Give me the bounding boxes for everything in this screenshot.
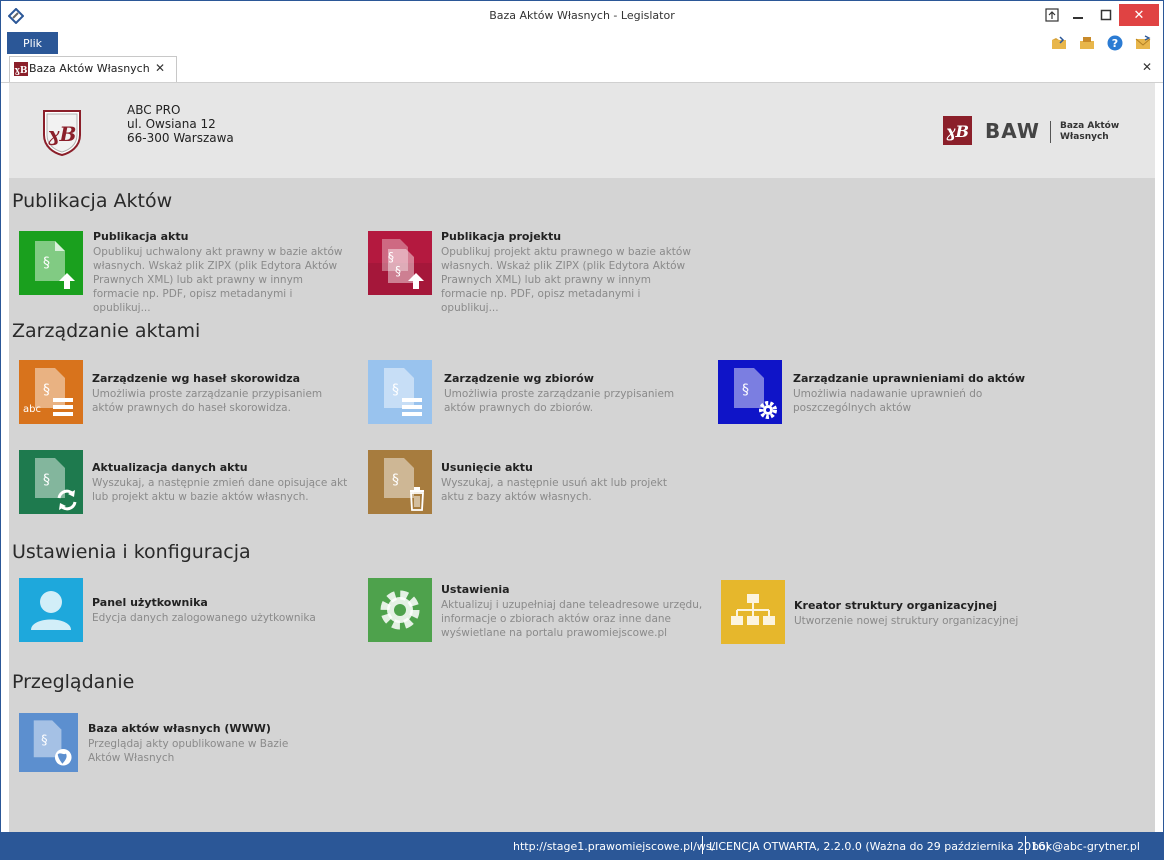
doc-gear-icon: § <box>734 368 777 419</box>
kreator-struktury-desc: Utworzenie nowej struktury organizacyjne… <box>794 615 1019 627</box>
baza-www-desc: Przeglądaj akty opublikowane w Bazie Akt… <box>88 738 289 764</box>
svg-text:ɣB: ɣB <box>48 122 77 146</box>
zarzadzenie-zbiorow-desc: Umożliwia proste zarządzanie przypisanie… <box>444 388 675 414</box>
help-icon[interactable]: ? <box>1107 35 1123 51</box>
tab-label: Baza Aktów Własnych <box>29 62 150 75</box>
zarzadzenie-zbiorow-title[interactable]: Zarządzenie wg zbiorów <box>444 372 594 385</box>
baza-www-title[interactable]: Baza aktów własnych (WWW) <box>88 722 271 735</box>
zarzadzenie-hasel-desc: Umożliwia proste zarządzanie przypisanie… <box>92 388 323 414</box>
usuniecie-title[interactable]: Usunięcie aktu <box>441 461 533 474</box>
close-button[interactable]: ✕ <box>1119 4 1159 26</box>
doc-index-icon: § abc <box>23 368 73 416</box>
section-title-zarzadzanie: Zarządzanie aktami <box>12 320 201 342</box>
gear-icon <box>380 590 420 630</box>
zarzadzenie-zbiorow-tile[interactable]: § <box>368 360 432 424</box>
file-menu-button[interactable]: Plik <box>7 32 58 54</box>
brand-name: BAW <box>985 119 1040 143</box>
aktualizacja-title[interactable]: Aktualizacja danych aktu <box>92 461 248 474</box>
doc-refresh-icon: § <box>35 458 77 511</box>
minimize-button[interactable] <box>1064 4 1092 26</box>
baw-logo-icon: ɣB <box>943 116 972 149</box>
baza-www-tile[interactable]: § <box>19 713 78 772</box>
svg-text:ɣB: ɣB <box>946 122 969 141</box>
municipal-crest-logo: ɣB <box>42 109 82 161</box>
zarzadzanie-uprawnieniami-title[interactable]: Zarządzanie uprawnieniami do aktów <box>793 372 1025 385</box>
svg-text:§: § <box>392 472 399 488</box>
folder-back-icon[interactable] <box>1051 35 1067 51</box>
folder-share-icon[interactable] <box>1079 35 1095 51</box>
publikacja-projektu-desc: Opublikuj projekt aktu prawnego w bazie … <box>441 246 691 314</box>
svg-text:§: § <box>742 382 749 398</box>
zarzadzanie-uprawnieniami-desc: Umożliwia nadawanie uprawnień do poszcze… <box>793 388 983 414</box>
maximize-button[interactable] <box>1092 4 1120 26</box>
publikacja-aktu-title[interactable]: Publikacja aktu <box>93 230 188 243</box>
aktualizacja-tile[interactable]: § <box>19 450 83 514</box>
brand-subtitle: Baza Aktów Własnych <box>1060 121 1119 143</box>
section-title-ustawienia: Ustawienia i konfiguracja <box>12 541 251 563</box>
ustawienia-title[interactable]: Ustawienia <box>441 583 510 596</box>
section-title-przegladanie: Przeglądanie <box>12 671 135 693</box>
publikacja-projektu-tile[interactable]: § § <box>368 231 432 295</box>
mail-icon[interactable] <box>1135 35 1151 51</box>
window-title: Baza Aktów Własnych - Legislator <box>489 9 675 22</box>
svg-text:§: § <box>41 733 47 748</box>
panel-uzytkownika-tile[interactable] <box>19 578 83 642</box>
restore-window-icon[interactable] <box>1038 4 1066 26</box>
svg-text:§: § <box>388 250 394 264</box>
svg-text:§: § <box>395 264 401 278</box>
org-name: ABC PRO <box>127 103 181 117</box>
doc-globe-icon: § <box>33 720 72 766</box>
status-url: http://stage1.prawomiejscowe.pl/ws/ <box>513 840 716 853</box>
usuniecie-desc: Wyszukaj, a następnie usuń akt lub proje… <box>441 477 667 503</box>
brand-subtitle-line: Baza Aktów <box>1060 121 1120 131</box>
doc-trash-icon: § <box>384 458 424 511</box>
status-separator <box>702 836 703 854</box>
abc-badge-text: abc <box>23 404 41 415</box>
ustawienia-tile[interactable] <box>368 578 432 642</box>
svg-text:ɣB: ɣB <box>14 66 27 76</box>
doc-stack-upload-icon: § § <box>368 239 432 295</box>
ustawienia-desc: Aktualizuj i uzupełniaj dane teleadresow… <box>441 599 703 639</box>
org-chart-icon <box>731 594 775 625</box>
publikacja-aktu-desc: Opublikuj uchwalony akt prawny w bazie a… <box>93 246 343 314</box>
brand-subtitle-line: Własnych <box>1060 132 1109 142</box>
usuniecie-tile[interactable]: § <box>368 450 432 514</box>
close-all-tabs-icon[interactable]: ✕ <box>1142 60 1152 74</box>
kreator-struktury-title[interactable]: Kreator struktury organizacyjnej <box>794 599 997 612</box>
aktualizacja-desc: Wyszukaj, a następnie zmień dane opisują… <box>92 477 348 503</box>
status-email: bok@abc-grytner.pl <box>1032 840 1140 853</box>
svg-text:?: ? <box>1112 37 1118 50</box>
kreator-struktury-tile[interactable] <box>721 580 785 644</box>
panel-uzytkownika-title[interactable]: Panel użytkownika <box>92 596 208 609</box>
status-separator <box>1025 836 1026 854</box>
publikacja-projektu-title[interactable]: Publikacja projektu <box>441 230 561 243</box>
svg-text:§: § <box>43 472 50 488</box>
zarzadzanie-uprawnieniami-tile[interactable]: § <box>718 360 782 424</box>
tab-close-icon[interactable]: ✕ <box>155 61 165 75</box>
org-city: 66-300 Warszawa <box>127 131 234 145</box>
zarzadzenie-hasel-tile[interactable]: § abc <box>19 360 83 424</box>
org-street: ul. Owsiana 12 <box>127 117 216 131</box>
doc-upload-icon: § <box>35 241 75 289</box>
zarzadzenie-hasel-title[interactable]: Zarządzenie wg haseł skorowidza <box>92 372 300 385</box>
menu-bar <box>0 32 1164 56</box>
brand-divider <box>1050 121 1051 143</box>
panel-uzytkownika-desc: Edycja danych zalogowanego użytkownika <box>92 612 316 624</box>
svg-text:§: § <box>43 382 50 398</box>
user-icon <box>31 591 71 630</box>
doc-list-icon: § <box>384 368 422 416</box>
organization-address: ABC PRO ul. Owsiana 12 66-300 Warszawa <box>127 103 234 145</box>
svg-text:§: § <box>43 255 50 271</box>
publikacja-aktu-tile[interactable]: § <box>19 231 83 295</box>
tab-logo-icon: ɣB <box>14 61 28 80</box>
section-title-publikacja: Publikacja Aktów <box>12 190 173 212</box>
status-license: LICENCJA OTWARTA, 2.2.0.0 (Ważna do 29 p… <box>709 840 1050 853</box>
svg-text:§: § <box>392 382 399 398</box>
